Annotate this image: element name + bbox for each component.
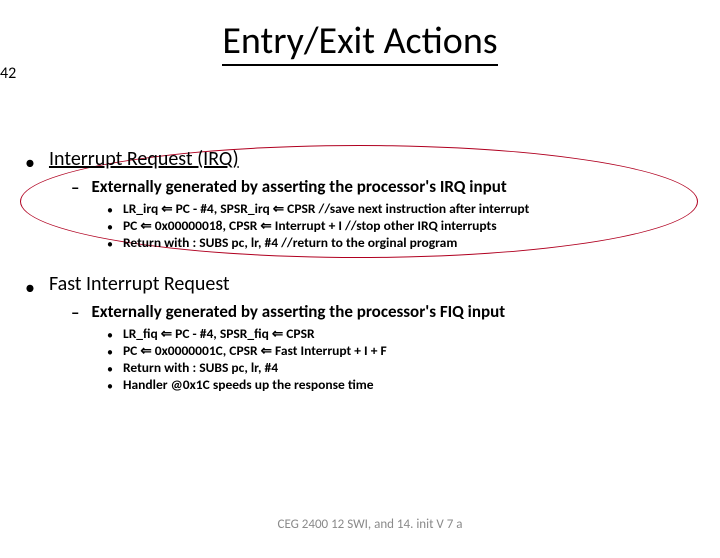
subsublist: • LR_irq ⇐ PC - #4, SPSR_irq ⇐ CPSR //sav… [107, 201, 700, 252]
bullet-icon: • [107, 239, 113, 251]
footer-text: CEG 2400 12 SWI, and 14. init V 7 a [60, 517, 680, 532]
lvl1-label: Fast Interrupt Request [49, 273, 230, 296]
sublist: – Externally generated by asserting the … [71, 302, 700, 393]
list-item: • LR_irq ⇐ PC - #4, SPSR_irq ⇐ CPSR //sav… [107, 201, 700, 217]
bullet-icon: • [25, 278, 35, 298]
subsublist: • LR_fiq ⇐ PC - #4, SPSR_fiq ⇐ CPSR • PC ⇐… [107, 326, 700, 394]
title-text: Entry/Exit Actions [222, 18, 497, 66]
bullet-icon: • [107, 330, 113, 342]
list-item: • Return with : SUBS pc, lr, #4 [107, 360, 700, 376]
slide: Entry/Exit Actions • Interrupt Request (… [0, 18, 720, 558]
lvl3-label: PC ⇐ 0x00000018, CPSR ⇐ Interrupt + I //… [123, 218, 497, 234]
lvl2-label: Externally generated by asserting the pr… [91, 177, 506, 197]
lvl3-label: Return with : SUBS pc, lr, #4 [123, 360, 278, 376]
lvl2-label: Externally generated by asserting the pr… [91, 302, 505, 322]
list-item: • Fast Interrupt Request – Externally ge… [25, 273, 700, 393]
list-item: • PC ⇐ 0x0000001C, CPSR ⇐ Fast Interrupt … [107, 343, 700, 359]
list-item: • PC ⇐ 0x00000018, CPSR ⇐ Interrupt + I /… [107, 218, 700, 234]
bullet-icon: • [107, 222, 113, 234]
bullet-icon: • [107, 205, 113, 217]
bullet-icon: • [107, 347, 113, 359]
sublist: – Externally generated by asserting the … [71, 177, 700, 251]
bullet-icon: • [107, 364, 113, 376]
list-item: – Externally generated by asserting the … [71, 177, 700, 251]
bullet-icon: • [107, 381, 113, 393]
slide-title: Entry/Exit Actions [0, 18, 720, 64]
dash-icon: – [71, 179, 79, 196]
lvl3-label: LR_fiq ⇐ PC - #4, SPSR_fiq ⇐ CPSR [123, 326, 315, 342]
lvl1-label: Interrupt Request (IRQ) [49, 148, 239, 171]
dash-icon: – [71, 304, 79, 321]
lvl3-label: Handler @0x1C speeds up the response tim… [123, 377, 374, 393]
content-area: • Interrupt Request (IRQ) – Externally g… [25, 148, 700, 415]
page-number: 42 [0, 64, 16, 83]
list-item: – Externally generated by asserting the … [71, 302, 700, 393]
lvl3-label: Return with : SUBS pc, lr, #4 //return t… [123, 235, 457, 251]
list-item: • Handler @0x1C speeds up the response ti… [107, 377, 700, 393]
list-item: • Return with : SUBS pc, lr, #4 //return … [107, 235, 700, 251]
list-item: • Interrupt Request (IRQ) – Externally g… [25, 148, 700, 251]
bullet-list: • Interrupt Request (IRQ) – Externally g… [25, 148, 700, 393]
bullet-icon: • [25, 153, 35, 173]
lvl3-label: LR_irq ⇐ PC - #4, SPSR_irq ⇐ CPSR //save… [123, 201, 529, 217]
list-item: • LR_fiq ⇐ PC - #4, SPSR_fiq ⇐ CPSR [107, 326, 700, 342]
lvl3-label: PC ⇐ 0x0000001C, CPSR ⇐ Fast Interrupt +… [123, 343, 387, 359]
footer: CEG 2400 12 SWI, and 14. init V 7 a [0, 517, 720, 532]
